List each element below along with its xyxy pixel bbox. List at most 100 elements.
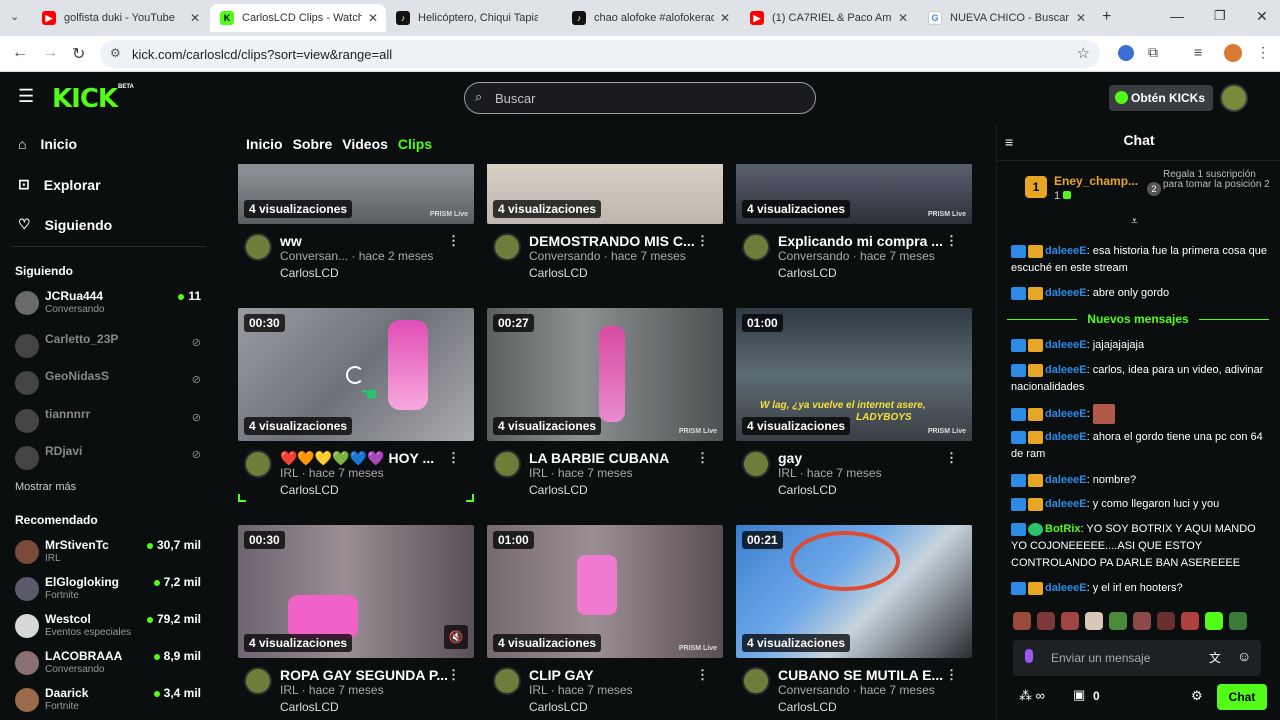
send-chat-button[interactable]: Chat — [1217, 684, 1267, 710]
tab-clips[interactable]: Clips — [398, 136, 432, 152]
recommended-channel[interactable]: Daarick Fortnite 3,4 mil — [15, 686, 205, 716]
more-options-icon[interactable]: ⋮ — [945, 450, 958, 466]
clip-channel[interactable]: CarlosLCD — [778, 266, 837, 280]
more-options-icon[interactable]: ⋮ — [447, 233, 460, 249]
points-icon[interactable]: ⁂ ∞ — [1019, 688, 1045, 704]
clip-card[interactable]: W lag, ¿ya vuelve el internet asere, LAD… — [736, 308, 972, 503]
chat-username[interactable]: daleeeE — [1045, 287, 1087, 299]
browser-tab[interactable]: ▶ (1) CA7RIEL & Paco Amoro ✕ — [740, 4, 916, 32]
avatar[interactable] — [742, 450, 770, 478]
emote-icon[interactable] — [1013, 612, 1031, 630]
clip-thumbnail[interactable]: W lag, ¿ya vuelve el internet asere, LAD… — [736, 308, 972, 441]
bookmark-star-icon[interactable]: ☆ — [1077, 44, 1090, 62]
clip-title[interactable]: Explicando mi compra ... — [778, 233, 950, 249]
chat-settings-gear-icon[interactable]: ⚙ — [1191, 688, 1203, 704]
more-options-icon[interactable]: ⋮ — [945, 233, 958, 249]
following-channel[interactable]: Carletto_23P ⊘ — [15, 332, 205, 362]
browser-tab-active[interactable]: K CarlosLCD Clips - Watch L ✕ — [210, 4, 386, 32]
following-channel[interactable]: RDjavi ⊘ — [15, 444, 205, 474]
hamburger-menu-icon[interactable]: ☰ — [18, 86, 34, 107]
avatar[interactable] — [493, 667, 521, 695]
emote-icon[interactable] — [1061, 612, 1079, 630]
microphone-icon[interactable] — [1025, 649, 1033, 663]
tab-search-icon[interactable]: ⌄ — [10, 10, 19, 23]
clip-title[interactable]: gay — [778, 450, 950, 466]
clip-thumbnail[interactable]: 4 visualizaciones PRISM Live — [736, 164, 972, 224]
chat-username[interactable]: daleeeE — [1045, 339, 1087, 351]
close-tab-icon[interactable]: ✕ — [1076, 11, 1086, 25]
mute-icon[interactable]: 🔇 — [444, 625, 468, 649]
emote-icon[interactable] — [1133, 612, 1151, 630]
avatar[interactable] — [244, 667, 272, 695]
clip-card[interactable]: 01:00 4 visualizaciones PRISM Live CLIP … — [487, 525, 723, 720]
recommended-channel[interactable]: Westcol Eventos especiales 79,2 mil — [15, 612, 205, 642]
search-input[interactable]: ⌕ Buscar — [464, 82, 816, 114]
user-avatar[interactable] — [1220, 84, 1248, 112]
media-control-icon[interactable]: ≡ — [1194, 44, 1202, 60]
clip-card[interactable]: 00:27 4 visualizaciones PRISM Live LA BA… — [487, 308, 723, 503]
chat-username[interactable]: daleeeE — [1045, 364, 1087, 376]
avatar[interactable] — [493, 450, 521, 478]
kick-logo[interactable]: KICK — [52, 84, 118, 114]
recommended-channel[interactable]: LACOBRAAA Conversando 8,9 mil — [15, 649, 205, 679]
clip-thumbnail[interactable]: 4 visualizaciones PRISM Live — [238, 164, 474, 224]
treasure-icon[interactable]: ▣ — [1073, 687, 1085, 703]
chat-message-input[interactable]: Enviar un mensaje 文 ☺ — [1013, 640, 1261, 676]
extension-icon[interactable] — [1118, 45, 1134, 61]
clip-card[interactable]: 00:21 4 visualizaciones CUBANO SE MUTILA… — [736, 525, 972, 720]
more-options-icon[interactable]: ⋮ — [696, 233, 709, 249]
avatar[interactable] — [742, 667, 770, 695]
profile-icon[interactable] — [1224, 44, 1242, 62]
emote-icon[interactable] — [1181, 612, 1199, 630]
show-more-link[interactable]: Mostrar más — [15, 481, 76, 493]
chat-username[interactable]: daleeeE — [1045, 245, 1087, 257]
tab-videos[interactable]: Videos — [342, 136, 388, 152]
close-tab-icon[interactable]: ✕ — [720, 11, 730, 25]
nav-inicio[interactable]: ⌂ Inicio — [18, 136, 77, 152]
gift-prompt[interactable]: Regala 1 suscripción para tomar la posic… — [1163, 170, 1275, 190]
clip-thumbnail[interactable]: 00:27 4 visualizaciones PRISM Live — [487, 308, 723, 441]
clip-channel[interactable]: CarlosLCD — [280, 483, 339, 497]
reload-icon[interactable]: ↻ — [72, 44, 85, 64]
clip-title[interactable]: DEMOSTRANDO MIS C... — [529, 233, 701, 249]
more-options-icon[interactable]: ⋮ — [447, 450, 460, 466]
emoji-icon[interactable]: ☺ — [1237, 648, 1251, 664]
clip-card[interactable]: 4 visualizaciones PRISM Live Explicando … — [736, 164, 972, 286]
more-options-icon[interactable]: ⋮ — [447, 667, 460, 683]
close-tab-icon[interactable]: ✕ — [190, 11, 200, 25]
menu-dots-icon[interactable]: ⋮ — [1256, 44, 1270, 61]
translate-icon[interactable]: 文 — [1209, 649, 1221, 666]
clip-thumbnail[interactable]: 01:00 4 visualizaciones PRISM Live — [487, 525, 723, 658]
new-tab-icon[interactable]: + — [1102, 8, 1111, 26]
browser-tab[interactable]: ▶ golfista duki - YouTube ✕ — [32, 4, 208, 32]
expand-leaderboard-icon[interactable]: ⩡ — [1131, 214, 1138, 229]
clip-channel[interactable]: CarlosLCD — [778, 700, 837, 714]
emote-icon[interactable] — [1109, 612, 1127, 630]
more-options-icon[interactable]: ⋮ — [696, 450, 709, 466]
clip-card[interactable]: 🔇 00:30 4 visualizaciones ROPA GAY SEGUN… — [238, 525, 474, 720]
following-channel[interactable]: tiannnrr ⊘ — [15, 407, 205, 437]
avatar[interactable] — [493, 233, 521, 261]
emote-icon[interactable] — [1037, 612, 1055, 630]
puzzle-icon[interactable]: ⧉ — [1148, 44, 1158, 61]
nav-siguiendo[interactable]: ♡ Siguiendo — [18, 216, 112, 233]
clip-card[interactable]: ☚ 00:30 4 visualizaciones ❤️🧡💛💚💙💜 HOY ..… — [238, 308, 474, 503]
chat-username[interactable]: daleeeE — [1045, 408, 1087, 420]
back-icon[interactable]: ← — [12, 44, 28, 62]
tab-sobre[interactable]: Sobre — [293, 136, 333, 152]
avatar[interactable] — [244, 450, 272, 478]
emote-icon[interactable] — [1157, 612, 1175, 630]
browser-tab[interactable]: ♪ Helicóptero, Chiqui Tapia y — [386, 4, 562, 32]
top-gifter-name[interactable]: Eney_champ... — [1054, 174, 1138, 188]
close-tab-icon[interactable]: ✕ — [368, 11, 378, 25]
nav-explorar[interactable]: ⊡ Explorar — [18, 176, 101, 193]
url-field[interactable]: ⚙ kick.com/carloslcd/clips?sort=view&ran… — [100, 40, 1100, 68]
forward-icon[interactable]: → — [42, 44, 58, 62]
clip-title[interactable]: ww — [280, 233, 452, 249]
emote-icon[interactable] — [1205, 612, 1223, 630]
recommended-channel[interactable]: ElGlogloking Fortnite 7,2 mil — [15, 575, 205, 605]
clip-thumbnail[interactable]: ☚ 00:30 4 visualizaciones — [238, 308, 474, 441]
clip-card[interactable]: 4 visualizaciones PRISM Live ww Conversa… — [238, 164, 474, 286]
close-tab-icon[interactable]: ✕ — [898, 11, 908, 25]
restore-icon[interactable]: ❐ — [1214, 8, 1226, 24]
